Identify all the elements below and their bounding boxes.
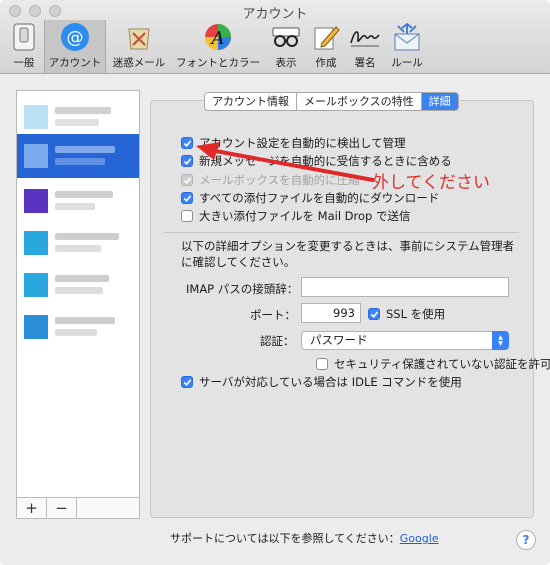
toolbar-accounts[interactable]: @ アカウント <box>44 20 106 73</box>
mail-drop-checkbox[interactable] <box>181 210 193 222</box>
ssl-option[interactable]: SSL を使用 <box>368 306 445 322</box>
imap-prefix-field[interactable] <box>301 277 509 297</box>
account-logo <box>24 105 48 129</box>
auth-select[interactable]: パスワード ▲ ▼ <box>301 331 509 350</box>
mail-drop-option[interactable]: 大きい添付ファイルを Mail Drop で送信 <box>181 208 411 224</box>
idle-checkbox[interactable] <box>181 376 193 388</box>
svg-text:@: @ <box>67 28 84 48</box>
compose-pencil-icon <box>310 22 342 52</box>
add-account-button[interactable]: + <box>17 498 47 518</box>
junk-bin-icon <box>123 22 155 52</box>
svg-text:A: A <box>210 28 225 49</box>
toolbar-composing[interactable]: 作成 <box>309 22 343 70</box>
account-item[interactable] <box>17 221 139 265</box>
support-text: サポートについては以下を参照してください：Google <box>170 532 439 545</box>
account-logo <box>24 144 48 168</box>
imap-prefix-label: IMAP パスの接頭辞： <box>186 282 299 296</box>
window-toolbar: アカウント 一般 @ アカウント 迷惑メール A フォントとカラー 表示 作成 … <box>0 0 550 74</box>
tab-advanced[interactable]: 詳細 <box>421 93 458 110</box>
section-divider <box>163 232 519 233</box>
account-item[interactable] <box>17 179 139 223</box>
tab-mailbox-behaviors[interactable]: メールボックスの特性 <box>297 93 422 110</box>
annotation-arrow-icon <box>196 142 375 182</box>
rules-envelope-icon <box>391 22 423 52</box>
account-logo <box>24 315 48 339</box>
signature-icon <box>349 22 381 52</box>
download-attachments-checkbox[interactable] <box>181 192 193 204</box>
tab-account-info[interactable]: アカウント情報 <box>205 93 297 110</box>
preferences-window: アカウント 一般 @ アカウント 迷惑メール A フォントとカラー 表示 作成 … <box>0 0 550 565</box>
account-list[interactable] <box>16 90 140 498</box>
at-sign-icon: @ <box>59 22 91 52</box>
toolbar-general[interactable]: 一般 <box>8 22 40 70</box>
account-item[interactable] <box>17 263 139 307</box>
account-logo <box>24 273 48 297</box>
toolbar-junk-mail[interactable]: 迷惑メール <box>110 22 168 70</box>
settings-tabs: アカウント情報 メールボックスの特性 詳細 <box>204 92 459 111</box>
account-item[interactable] <box>17 95 139 139</box>
auth-label: 認証： <box>260 334 295 348</box>
toolbar-rules[interactable]: ルール <box>388 22 426 70</box>
advanced-options-note: 以下の詳細オプションを変更するときは、事前にシステム管理者に確認してください。 <box>181 239 515 269</box>
toolbar-viewing[interactable]: 表示 <box>269 22 303 70</box>
account-item-selected[interactable] <box>17 134 139 178</box>
font-color-icon: A <box>202 22 234 52</box>
chevron-updown-icon: ▲ ▼ <box>492 331 509 350</box>
toolbar-fonts-colors[interactable]: A フォントとカラー <box>172 22 264 70</box>
ssl-checkbox[interactable] <box>368 308 380 320</box>
general-switch-icon <box>8 22 40 52</box>
remove-account-button[interactable]: − <box>47 498 77 518</box>
help-button[interactable]: ? <box>516 530 536 550</box>
port-label: ポート： <box>250 308 296 322</box>
account-logo <box>24 231 48 255</box>
account-item[interactable] <box>17 305 139 349</box>
insecure-auth-checkbox[interactable] <box>316 358 328 370</box>
annotation-text: 外してください <box>372 173 490 193</box>
idle-option[interactable]: サーバが対応している場合は IDLE コマンドを使用 <box>181 374 462 390</box>
glasses-icon <box>270 22 302 52</box>
support-link[interactable]: Google <box>400 532 439 545</box>
account-list-footer: + − <box>16 497 140 519</box>
toolbar-signatures[interactable]: 署名 <box>347 22 383 70</box>
account-logo <box>24 189 48 213</box>
insecure-auth-option[interactable]: セキュリティ保護されていない認証を許可 <box>316 356 550 372</box>
port-field[interactable]: 993 <box>301 303 361 323</box>
